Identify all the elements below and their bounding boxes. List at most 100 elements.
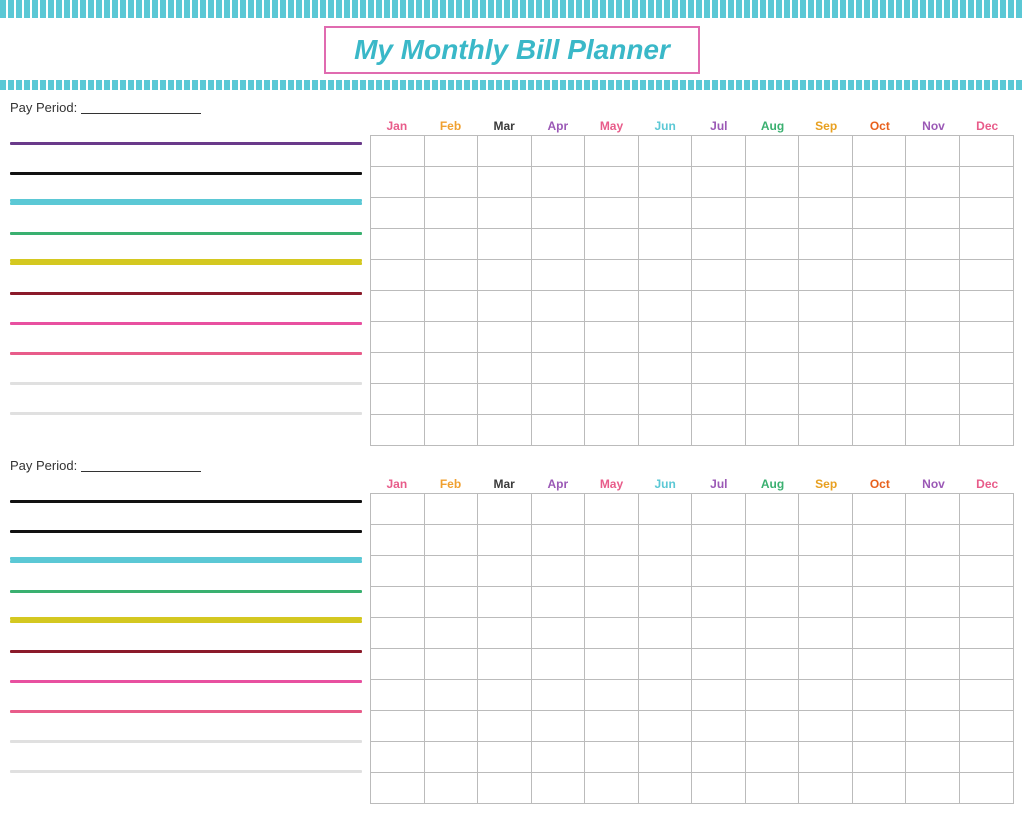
grid-cell[interactable] bbox=[639, 680, 693, 710]
label-row-9[interactable] bbox=[10, 389, 362, 419]
grid-cell[interactable] bbox=[478, 415, 532, 445]
grid-cell[interactable] bbox=[799, 384, 853, 414]
grid-cell[interactable] bbox=[906, 649, 960, 679]
grid-cell[interactable] bbox=[853, 353, 907, 383]
grid-cell[interactable] bbox=[532, 167, 586, 197]
pay-period-input-2[interactable] bbox=[81, 460, 201, 472]
grid-cell[interactable] bbox=[746, 680, 800, 710]
grid-cell[interactable] bbox=[585, 649, 639, 679]
grid-cell[interactable] bbox=[906, 136, 960, 166]
grid-cell[interactable] bbox=[639, 649, 693, 679]
grid-cell[interactable] bbox=[692, 384, 746, 414]
grid-cell[interactable] bbox=[853, 773, 907, 803]
grid-cell[interactable] bbox=[853, 229, 907, 259]
label-row-3[interactable] bbox=[10, 209, 362, 239]
grid-cell[interactable] bbox=[639, 618, 693, 648]
grid-cell[interactable] bbox=[906, 773, 960, 803]
grid-cell[interactable] bbox=[853, 525, 907, 555]
grid-cell[interactable] bbox=[853, 415, 907, 445]
grid-cell[interactable] bbox=[478, 525, 532, 555]
grid-cell[interactable] bbox=[906, 353, 960, 383]
grid-cell[interactable] bbox=[799, 742, 853, 772]
grid-cell[interactable] bbox=[371, 711, 425, 741]
grid-cell[interactable] bbox=[639, 322, 693, 352]
grid-cell[interactable] bbox=[478, 384, 532, 414]
grid-cell[interactable] bbox=[371, 229, 425, 259]
grid-cell[interactable] bbox=[425, 556, 479, 586]
grid-cell[interactable] bbox=[478, 773, 532, 803]
grid-cell[interactable] bbox=[532, 773, 586, 803]
grid-cell[interactable] bbox=[478, 649, 532, 679]
grid-cell[interactable] bbox=[799, 711, 853, 741]
grid-cell[interactable] bbox=[532, 415, 586, 445]
grid-cell[interactable] bbox=[799, 618, 853, 648]
grid-cell[interactable] bbox=[639, 525, 693, 555]
grid-cell[interactable] bbox=[425, 415, 479, 445]
grid-cell[interactable] bbox=[960, 494, 1014, 524]
grid-cell[interactable] bbox=[746, 649, 800, 679]
grid-cell[interactable] bbox=[478, 291, 532, 321]
grid-cell[interactable] bbox=[692, 680, 746, 710]
grid-cell[interactable] bbox=[585, 229, 639, 259]
grid-cell[interactable] bbox=[906, 291, 960, 321]
grid-cell[interactable] bbox=[532, 525, 586, 555]
grid-cell[interactable] bbox=[692, 556, 746, 586]
grid-cell[interactable] bbox=[371, 291, 425, 321]
grid-cell[interactable] bbox=[478, 136, 532, 166]
grid-cell[interactable] bbox=[853, 291, 907, 321]
grid-cell[interactable] bbox=[585, 353, 639, 383]
grid-cell[interactable] bbox=[799, 198, 853, 228]
grid-cell[interactable] bbox=[585, 494, 639, 524]
grid-cell[interactable] bbox=[639, 556, 693, 586]
grid-cell[interactable] bbox=[799, 773, 853, 803]
grid-cell[interactable] bbox=[960, 229, 1014, 259]
grid-cell[interactable] bbox=[425, 384, 479, 414]
grid-cell[interactable] bbox=[960, 260, 1014, 290]
grid-cell[interactable] bbox=[746, 260, 800, 290]
grid-cell[interactable] bbox=[478, 742, 532, 772]
grid-cell[interactable] bbox=[371, 556, 425, 586]
grid-cell[interactable] bbox=[639, 167, 693, 197]
grid-cell[interactable] bbox=[799, 322, 853, 352]
grid-cell[interactable] bbox=[532, 198, 586, 228]
grid-cell[interactable] bbox=[532, 587, 586, 617]
grid-cell[interactable] bbox=[799, 136, 853, 166]
label-row-1[interactable] bbox=[10, 507, 362, 537]
grid-cell[interactable] bbox=[960, 384, 1014, 414]
grid-cell[interactable] bbox=[960, 711, 1014, 741]
grid-cell[interactable] bbox=[906, 525, 960, 555]
grid-cell[interactable] bbox=[799, 525, 853, 555]
grid-cell[interactable] bbox=[532, 618, 586, 648]
grid-cell[interactable] bbox=[585, 136, 639, 166]
label-row-6[interactable] bbox=[10, 299, 362, 329]
grid-cell[interactable] bbox=[692, 291, 746, 321]
grid-cell[interactable] bbox=[478, 353, 532, 383]
grid-cell[interactable] bbox=[853, 322, 907, 352]
grid-cell[interactable] bbox=[371, 618, 425, 648]
label-row-6[interactable] bbox=[10, 657, 362, 687]
grid-cell[interactable] bbox=[585, 711, 639, 741]
grid-cell[interactable] bbox=[371, 494, 425, 524]
grid-cell[interactable] bbox=[425, 136, 479, 166]
grid-cell[interactable] bbox=[478, 587, 532, 617]
grid-cell[interactable] bbox=[746, 711, 800, 741]
grid-cell[interactable] bbox=[585, 384, 639, 414]
grid-cell[interactable] bbox=[478, 260, 532, 290]
grid-cell[interactable] bbox=[532, 136, 586, 166]
grid-cell[interactable] bbox=[906, 415, 960, 445]
grid-cell[interactable] bbox=[585, 587, 639, 617]
grid-cell[interactable] bbox=[853, 618, 907, 648]
grid-cell[interactable] bbox=[371, 773, 425, 803]
grid-cell[interactable] bbox=[585, 618, 639, 648]
grid-cell[interactable] bbox=[960, 198, 1014, 228]
grid-cell[interactable] bbox=[371, 136, 425, 166]
grid-cell[interactable] bbox=[799, 229, 853, 259]
grid-cell[interactable] bbox=[425, 291, 479, 321]
grid-cell[interactable] bbox=[585, 680, 639, 710]
grid-cell[interactable] bbox=[692, 587, 746, 617]
grid-cell[interactable] bbox=[478, 167, 532, 197]
label-row-5[interactable] bbox=[10, 627, 362, 657]
label-row-0[interactable] bbox=[10, 119, 362, 149]
grid-cell[interactable] bbox=[425, 711, 479, 741]
grid-cell[interactable] bbox=[371, 322, 425, 352]
